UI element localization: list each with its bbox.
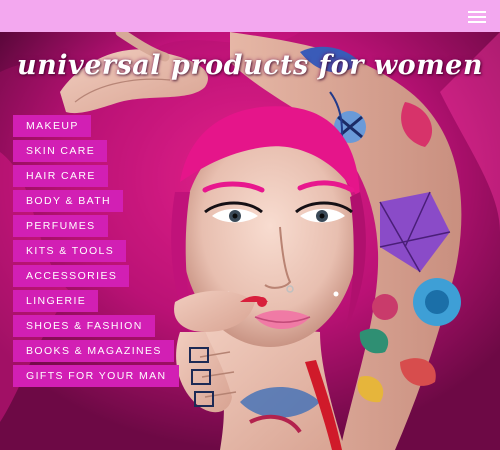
page: universal products for women MAKEUP SKIN… [0, 0, 500, 450]
nav-item-accessories: ACCESSORIES [13, 264, 179, 287]
nav-link-gifts-for-your-man[interactable]: GIFTS FOR YOUR MAN [13, 365, 179, 387]
nav-item-lingerie: LINGERIE [13, 289, 179, 312]
hamburger-line [468, 16, 486, 18]
nav-link-makeup[interactable]: MAKEUP [13, 115, 91, 137]
nav-item-skin-care: SKIN CARE [13, 139, 179, 162]
nav-item-makeup: MAKEUP [13, 114, 179, 137]
nav-item-shoes-fashion: SHOES & FASHION [13, 314, 179, 337]
nav-item-kits-tools: KITS & TOOLS [13, 239, 179, 262]
nav-item-body-bath: BODY & BATH [13, 189, 179, 212]
hamburger-menu-icon[interactable] [468, 8, 486, 24]
nav-link-books-magazines[interactable]: BOOKS & MAGAZINES [13, 340, 174, 362]
nav-item-hair-care: HAIR CARE [13, 164, 179, 187]
nav-link-skin-care[interactable]: SKIN CARE [13, 140, 108, 162]
nav-link-perfumes[interactable]: PERFUMES [13, 215, 108, 237]
nav-item-perfumes: PERFUMES [13, 214, 179, 237]
hero-title: universal products for women [17, 50, 483, 81]
hamburger-line [468, 11, 486, 13]
nav-link-kits-tools[interactable]: KITS & TOOLS [13, 240, 127, 262]
nav-item-books-magazines: BOOKS & MAGAZINES [13, 339, 179, 362]
nav-link-hair-care[interactable]: HAIR CARE [13, 165, 108, 187]
hamburger-line [468, 21, 486, 23]
nav-link-lingerie[interactable]: LINGERIE [13, 290, 99, 312]
nav-link-body-bath[interactable]: BODY & BATH [13, 190, 124, 212]
top-bar [0, 0, 500, 32]
category-nav: MAKEUP SKIN CARE HAIR CARE BODY & BATH P… [13, 114, 179, 389]
nav-link-accessories[interactable]: ACCESSORIES [13, 265, 130, 287]
nav-item-gifts-for-your-man: GIFTS FOR YOUR MAN [13, 364, 179, 387]
nav-link-shoes-fashion[interactable]: SHOES & FASHION [13, 315, 155, 337]
